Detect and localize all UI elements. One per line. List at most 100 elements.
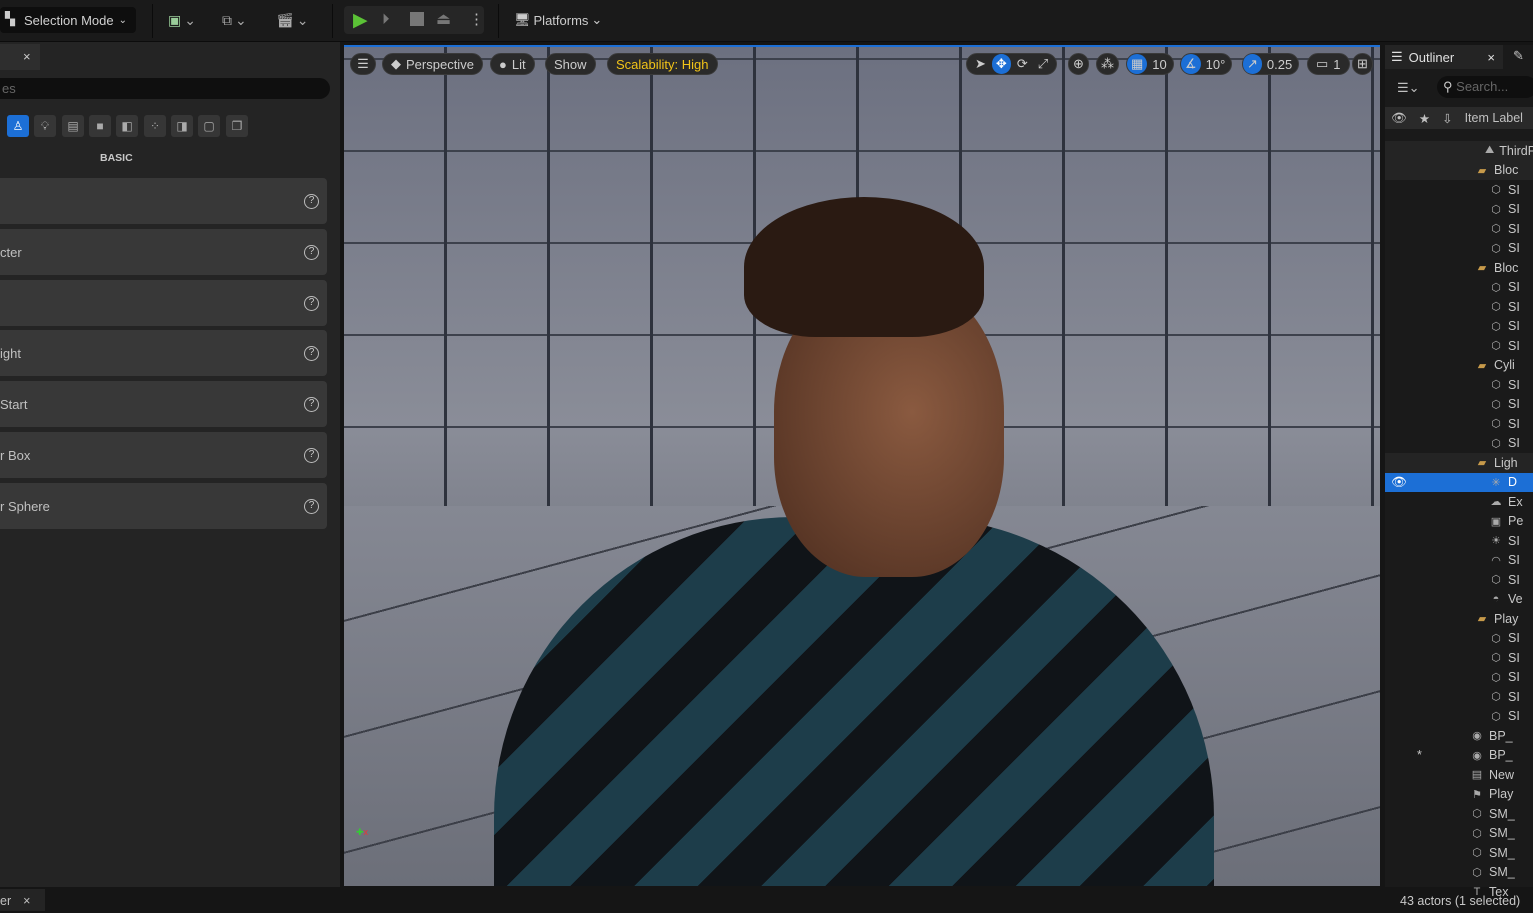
outliner-row[interactable]: ⬡ SM_ xyxy=(1385,824,1533,844)
viewport-menu-button[interactable]: ☰ xyxy=(350,53,376,75)
help-icon[interactable]: ? xyxy=(304,193,319,209)
outliner-row[interactable]: ⬡ SI xyxy=(1385,317,1533,337)
place-actors-tab[interactable]: × xyxy=(0,44,40,70)
outliner-row[interactable]: ◓ Ve xyxy=(1385,590,1533,610)
outliner-row[interactable]: ▰ Cyli xyxy=(1385,356,1533,376)
actor-item[interactable]: cter? xyxy=(0,229,327,275)
category-lights-icon[interactable]: 💡︎ xyxy=(34,115,56,137)
pin-icon[interactable]: ⇩ xyxy=(1442,111,1452,126)
help-icon[interactable]: ? xyxy=(304,447,319,463)
perspective-button[interactable]: ◆ Perspective xyxy=(382,53,483,75)
world-local-button[interactable]: ⊕ xyxy=(1068,53,1089,75)
star-icon[interactable]: ★ xyxy=(1419,111,1430,126)
outliner-row[interactable]: ◠ SI xyxy=(1385,551,1533,571)
outliner-row[interactable]: ⬡ SM_ xyxy=(1385,863,1533,883)
surface-snap-button[interactable]: ⁂ xyxy=(1096,53,1119,75)
outliner-row[interactable]: ▣ Pe xyxy=(1385,512,1533,532)
outliner-row[interactable]: ⬡ SI xyxy=(1385,648,1533,668)
outliner-row[interactable]: ⬡ SI xyxy=(1385,219,1533,239)
category-cinematic-icon[interactable]: ▤ xyxy=(62,115,84,137)
outliner-row[interactable]: ☁ Ex xyxy=(1385,492,1533,512)
platforms-button[interactable]: 🖥︎ Platforms ⌄ xyxy=(514,10,602,30)
close-icon[interactable]: × xyxy=(23,894,30,908)
more-options-icon[interactable]: ⋮ xyxy=(469,10,484,28)
outliner-row[interactable]: ▰ Bloc xyxy=(1385,258,1533,278)
outliner-row[interactable]: ⬡ SI xyxy=(1385,200,1533,220)
outliner-row[interactable]: ▰ Ligh xyxy=(1385,453,1533,473)
category-basic-icon[interactable]: ♙ xyxy=(7,115,29,137)
lit-button[interactable]: ● Lit xyxy=(490,53,535,75)
category-all-classes-icon[interactable]: ◨ xyxy=(171,115,193,137)
outliner-row[interactable]: ▤ New xyxy=(1385,765,1533,785)
filter-button[interactable]: ☰⌄ xyxy=(1397,80,1420,96)
play-icon[interactable]: ▶ xyxy=(353,9,368,32)
actor-item[interactable]: ? xyxy=(0,280,327,326)
advance-frame-icon[interactable]: ⏵︎ xyxy=(382,11,390,28)
outliner-row[interactable]: ⬡ SI xyxy=(1385,239,1533,259)
select-icon[interactable]: ➤ xyxy=(971,54,990,74)
grid-snap-button[interactable]: ▦ 10 xyxy=(1126,53,1174,75)
outliner-row[interactable]: ⬡ SI xyxy=(1385,570,1533,590)
outliner-row[interactable]: 👁︎ ✳ D xyxy=(1385,472,1533,492)
help-icon[interactable]: ? xyxy=(304,345,319,361)
eject-icon[interactable]: ⏏ xyxy=(436,9,451,29)
outliner-row[interactable]: * ◉ BP_ xyxy=(1385,746,1533,766)
category-volumes-icon[interactable]: ⁘ xyxy=(144,115,166,137)
help-icon[interactable]: ? xyxy=(304,244,319,260)
actor-item[interactable]: ight? xyxy=(0,330,327,376)
outliner-row[interactable]: ⬡ SI xyxy=(1385,414,1533,434)
help-icon[interactable]: ? xyxy=(304,498,319,514)
show-button[interactable]: Show xyxy=(545,53,596,75)
close-icon[interactable]: × xyxy=(23,49,31,64)
close-icon[interactable]: × xyxy=(1487,50,1495,65)
outliner-row[interactable]: ⬡ SM_ xyxy=(1385,843,1533,863)
outliner-row[interactable]: ▰ Bloc xyxy=(1385,160,1533,180)
scale-icon[interactable]: ⤢ xyxy=(1034,54,1052,74)
outliner-row[interactable]: ⚑ Play xyxy=(1385,785,1533,805)
category-recent-icon[interactable]: ❐ xyxy=(226,115,248,137)
outliner-row[interactable]: ⬡ SI xyxy=(1385,434,1533,454)
cinematics-button[interactable]: 🎬︎ ⌄ xyxy=(276,10,309,30)
outliner-row[interactable]: ⬡ SI xyxy=(1385,668,1533,688)
scalability-button[interactable]: Scalability: High xyxy=(607,53,718,75)
level-viewport[interactable]: ☰ ◆ Perspective ● Lit Show Scalability: Hi… xyxy=(344,45,1380,886)
item-label-column[interactable]: Item Label xyxy=(1465,111,1523,125)
outliner-row[interactable]: ⬡ SI xyxy=(1385,629,1533,649)
outliner-search-input[interactable]: ⚲ Search... xyxy=(1437,76,1533,98)
outliner-row[interactable]: ⬡ SI xyxy=(1385,375,1533,395)
translate-icon[interactable]: ✥ xyxy=(991,54,1011,74)
rotate-icon[interactable]: ⟳ xyxy=(1013,54,1032,74)
outliner-row[interactable]: ◉ BP_ xyxy=(1385,726,1533,746)
outliner-row[interactable]: ⬡ SI xyxy=(1385,278,1533,298)
place-actors-search-input[interactable]: es xyxy=(0,78,330,99)
outliner-row[interactable]: ☀ SI xyxy=(1385,531,1533,551)
outliner-row[interactable]: ⬡ SI xyxy=(1385,297,1533,317)
bottom-tab[interactable]: er × xyxy=(0,889,45,911)
category-geometry-icon[interactable]: ◧ xyxy=(116,115,138,137)
details-tab-icon[interactable]: ✎ xyxy=(1513,48,1524,64)
add-actor-button[interactable]: ▣ ⌄ xyxy=(168,10,196,30)
scale-snap-button[interactable]: ↗ 0.25 xyxy=(1242,53,1300,75)
outliner-row[interactable]: ⬡ SI xyxy=(1385,180,1533,200)
visibility-eye-icon[interactable]: 👁︎ xyxy=(1391,111,1407,126)
outliner-row[interactable]: ⛰ ThirdP xyxy=(1385,141,1533,161)
outliner-tab[interactable]: ☰ Outliner × xyxy=(1385,45,1503,69)
layout-button[interactable]: ⊞ xyxy=(1352,53,1373,75)
outliner-row[interactable]: ⬡ SI xyxy=(1385,336,1533,356)
help-icon[interactable]: ? xyxy=(304,396,319,412)
actor-item[interactable]: r Box? xyxy=(0,432,327,478)
category-shapes-icon[interactable]: ▢ xyxy=(198,115,220,137)
blueprint-button[interactable]: ⧉ ⌄ xyxy=(222,10,247,30)
help-icon[interactable]: ? xyxy=(304,295,319,311)
stop-icon[interactable] xyxy=(410,12,424,26)
outliner-row[interactable]: ▰ Play xyxy=(1385,609,1533,629)
outliner-row[interactable]: ⬡ SM_ xyxy=(1385,804,1533,824)
camera-speed-button[interactable]: ▭ 1 xyxy=(1307,53,1350,75)
actor-item[interactable]: ? xyxy=(0,178,327,224)
outliner-row[interactable]: ⬡ SI xyxy=(1385,707,1533,727)
actor-item[interactable]: r Sphere? xyxy=(0,483,327,529)
outliner-row[interactable]: ⬡ SI xyxy=(1385,687,1533,707)
visibility-eye-icon[interactable]: 👁︎ xyxy=(1391,475,1407,490)
outliner-row[interactable]: ⬡ SI xyxy=(1385,395,1533,415)
selection-mode-dropdown[interactable]: ▚ Selection Mode ⌄ xyxy=(0,7,136,33)
